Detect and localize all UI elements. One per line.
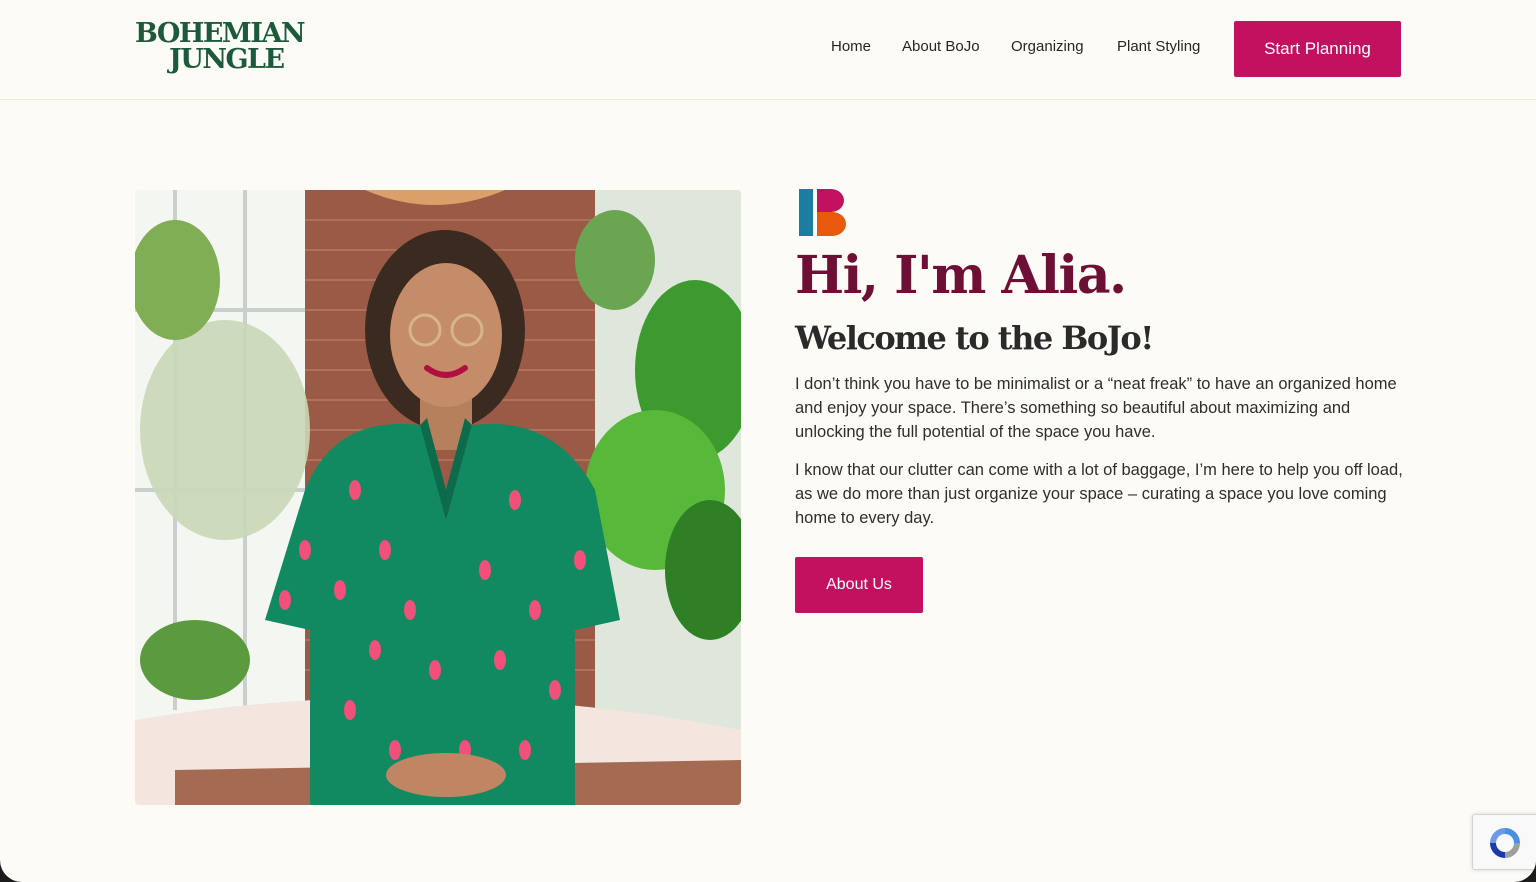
site-header: BOHEMIAN JUNGLE Home About BoJo Organizi… (0, 0, 1536, 100)
start-planning-button[interactable]: Start Planning (1234, 21, 1401, 77)
nav-plant-styling[interactable]: Plant Styling (1117, 38, 1200, 55)
bojo-b-icon (799, 189, 846, 236)
recaptcha-icon (1490, 828, 1520, 858)
nav-organizing[interactable]: Organizing (1011, 38, 1084, 55)
hero-subheading: Welcome to the BoJo! (795, 319, 1154, 357)
recaptcha-badge[interactable] (1472, 814, 1536, 870)
portrait-photo (135, 190, 741, 805)
nav-about-bojo[interactable]: About BoJo (902, 38, 980, 55)
hero-paragraph-1: I don’t think you have to be minimalist … (795, 375, 1397, 441)
page: BOHEMIAN JUNGLE Home About BoJo Organizi… (0, 0, 1536, 882)
nav-home[interactable]: Home (831, 38, 871, 55)
hero-heading: Hi, I'm Alia. (795, 245, 1127, 306)
hero-paragraph-2: I know that our clutter can come with a … (795, 461, 1403, 527)
about-us-button[interactable]: About Us (795, 557, 923, 613)
